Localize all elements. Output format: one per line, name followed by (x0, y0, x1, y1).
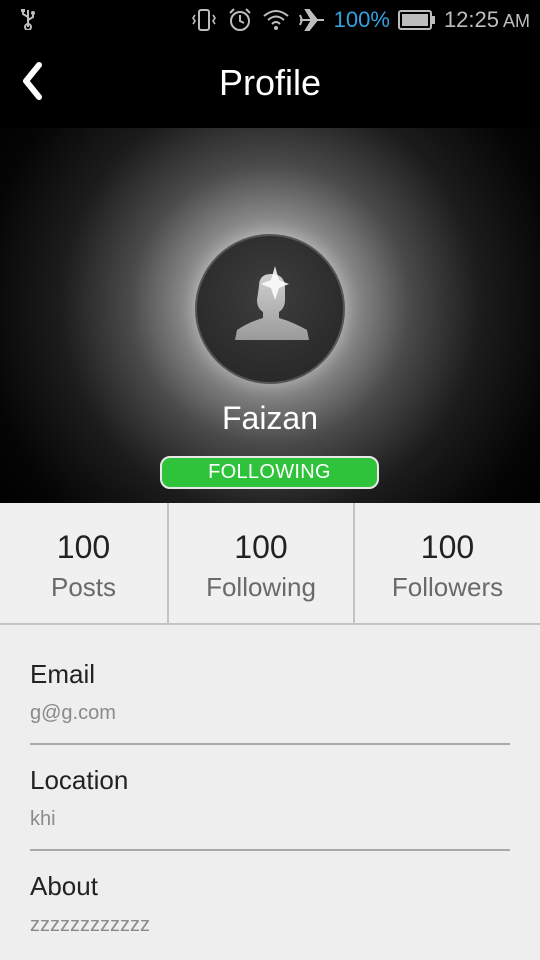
field-label: Location (30, 765, 129, 795)
location-field: Location khi (30, 765, 510, 831)
page-title: Profile (218, 62, 322, 103)
field-label: About (30, 871, 98, 901)
user-name: Faizan (221, 400, 319, 436)
alarm-icon (226, 7, 254, 33)
stat-value: 100 (420, 529, 475, 565)
stat-followers[interactable]: 100 Followers (353, 503, 540, 623)
stat-label: Following (206, 572, 316, 602)
status-bar: 100% 12:25 AM (0, 0, 540, 40)
divider (30, 743, 510, 745)
wifi-icon (262, 7, 290, 33)
battery-percent: 100% (333, 7, 390, 32)
about-field: About zzzzzzzzzzzz (30, 871, 510, 937)
stat-posts[interactable]: 100 Posts (0, 503, 167, 623)
airplane-icon (298, 7, 326, 33)
field-value: g@g.com (30, 702, 116, 724)
stat-value: 100 (234, 529, 288, 565)
field-value: zzzzzzzzzzzz (30, 914, 150, 936)
battery-icon (397, 7, 436, 33)
profile-hero: Faizan FOLLOWING (0, 128, 540, 503)
clock: 12:25 AM (444, 7, 530, 33)
field-label: Email (30, 659, 96, 689)
stat-label: Posts (50, 572, 117, 602)
divider (30, 849, 510, 851)
app-header: Profile (0, 40, 540, 128)
usb-icon (18, 8, 38, 31)
avatar[interactable] (195, 234, 345, 384)
clock-time: 12:25 (443, 7, 499, 32)
stats-bar: 100 Posts 100 Following 100 Followers (0, 503, 540, 625)
email-field: Email g@g.com (30, 659, 510, 725)
profile-details: Email g@g.com Location khi About zzzzzzz… (0, 625, 540, 960)
clock-ampm: AM (503, 11, 530, 31)
stat-label: Followers (391, 572, 504, 602)
stat-value: 100 (56, 529, 111, 565)
field-value: khi (30, 808, 56, 830)
stat-following[interactable]: 100 Following (167, 503, 353, 623)
following-button[interactable]: FOLLOWING (160, 456, 379, 489)
vibrate-icon (190, 7, 218, 33)
